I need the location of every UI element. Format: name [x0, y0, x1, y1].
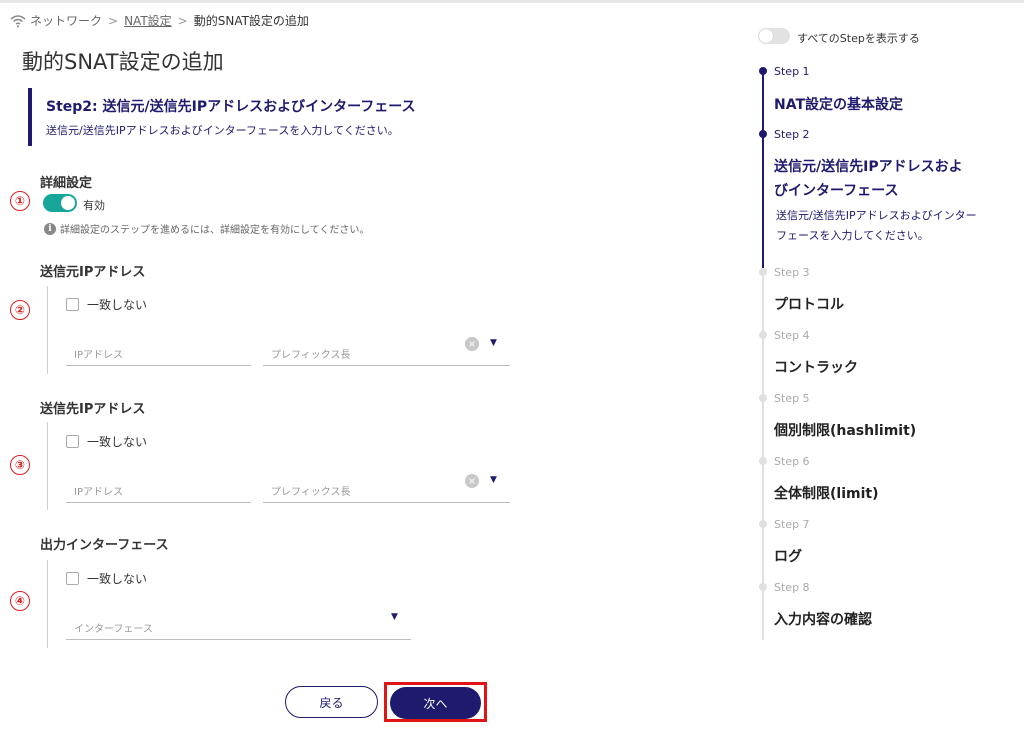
step-dot — [759, 457, 767, 465]
step-dot — [759, 394, 767, 402]
source-ip-not-match-checkbox[interactable] — [66, 298, 79, 311]
wifi-icon — [10, 14, 26, 27]
output-interface-not-match-checkbox[interactable] — [66, 572, 79, 585]
output-interface-select[interactable]: インターフェース ▼ — [66, 610, 411, 640]
annotation-3: ③ — [10, 455, 30, 475]
step-5-name[interactable]: 個別制限(hashlimit) — [774, 420, 916, 440]
breadcrumb-nat-settings[interactable]: NAT設定 — [124, 12, 172, 29]
step-6-name[interactable]: 全体制限(limit) — [774, 483, 878, 503]
annotation-2: ② — [10, 300, 30, 320]
toggle-label: 有効 — [83, 199, 105, 212]
breadcrumb-network[interactable]: ネットワーク — [30, 12, 102, 29]
step-4-number: Step 4 — [774, 329, 810, 342]
step-2-description: 送信元/送信先IPアドレスおよびインターフェースを入力してください。 — [776, 209, 977, 242]
top-border — [0, 0, 1024, 3]
source-ip-placeholder: IPアドレス — [74, 350, 123, 361]
step-7-name[interactable]: ログ — [774, 546, 802, 566]
step-5-number: Step 5 — [774, 392, 810, 405]
step-4-name[interactable]: コントラック — [774, 357, 858, 377]
step-2-name-line2[interactable]: びインターフェース — [774, 180, 898, 200]
dest-prefix-placeholder: プレフィックス長 — [271, 487, 351, 498]
advanced-info: i 詳細設定のステップを進めるには、詳細設定を有効にしてください。 — [44, 221, 369, 236]
chevron-down-icon[interactable]: ▼ — [490, 338, 497, 348]
clear-icon[interactable]: × — [465, 337, 479, 351]
back-button[interactable]: 戻る — [285, 686, 378, 718]
step-dot — [759, 130, 767, 138]
show-all-steps-label: すべてのStepを表示する — [797, 32, 920, 45]
breadcrumb-current: 動的SNAT設定の追加 — [193, 14, 309, 28]
step-3-number: Step 3 — [774, 266, 810, 279]
step-3-name[interactable]: プロトコル — [774, 294, 844, 314]
step-1-name[interactable]: NAT設定の基本設定 — [774, 94, 903, 114]
step-dot — [759, 583, 767, 591]
step-dot — [759, 67, 767, 75]
step-7-number: Step 7 — [774, 518, 810, 531]
breadcrumb-separator: > — [108, 13, 119, 28]
step-dot — [759, 268, 767, 276]
dest-ip-not-match[interactable]: 一致しない — [66, 433, 147, 450]
chevron-down-icon[interactable]: ▼ — [490, 475, 497, 485]
info-icon: i — [44, 222, 56, 235]
dest-ip-label: 送信先IPアドレス — [40, 402, 146, 417]
step-header-description: 送信元/送信先IPアドレスおよびインターフェースを入力してください。 — [46, 124, 399, 137]
advanced-settings-toggle[interactable] — [43, 194, 77, 212]
step-header-title: Step2: 送信元/送信先IPアドレスおよびインターフェース — [46, 99, 416, 115]
step-8-number: Step 8 — [774, 581, 810, 594]
dest-ip-placeholder: IPアドレス — [74, 487, 123, 498]
source-ip-label: 送信元IPアドレス — [40, 265, 146, 280]
step-dot — [759, 331, 767, 339]
annotation-1: ① — [10, 191, 30, 211]
breadcrumb: ネットワーク > NAT設定 > 動的SNAT設定の追加 — [10, 12, 309, 29]
advanced-settings-label: 詳細設定 — [40, 176, 93, 191]
source-ip-group-line — [47, 286, 48, 374]
annotation-4: ④ — [10, 591, 30, 611]
dest-prefix-select[interactable]: プレフィックス長 × ▼ — [263, 473, 510, 503]
source-ip-not-match-label: 一致しない — [87, 298, 148, 312]
dest-ip-group-line — [47, 422, 48, 510]
breadcrumb-separator: > — [177, 13, 188, 28]
source-prefix-placeholder: プレフィックス長 — [271, 350, 351, 361]
output-interface-group-line — [47, 560, 48, 648]
next-button[interactable]: 次へ — [390, 687, 481, 719]
advanced-info-text: 詳細設定のステップを進めるには、詳細設定を有効にしてください。 — [60, 225, 370, 236]
source-ip-not-match[interactable]: 一致しない — [66, 296, 147, 313]
source-prefix-select[interactable]: プレフィックス長 × ▼ — [263, 336, 510, 366]
source-ip-input[interactable]: IPアドレス — [66, 336, 251, 366]
step-2-name-line1[interactable]: 送信元/送信先IPアドレスおよ — [774, 156, 963, 176]
output-interface-not-match[interactable]: 一致しない — [66, 570, 147, 587]
page-title: 動的SNAT設定の追加 — [22, 50, 224, 74]
step-8-name[interactable]: 入力内容の確認 — [774, 609, 872, 629]
output-interface-label: 出力インターフェース — [40, 538, 169, 553]
dest-ip-not-match-label: 一致しない — [87, 435, 148, 449]
dest-ip-not-match-checkbox[interactable] — [66, 435, 79, 448]
output-interface-not-match-label: 一致しない — [87, 572, 148, 586]
output-interface-placeholder: インターフェース — [74, 624, 153, 635]
stepper-line-active — [762, 72, 764, 268]
step-6-number: Step 6 — [774, 455, 810, 468]
dest-ip-input[interactable]: IPアドレス — [66, 473, 251, 503]
step-2-number: Step 2 — [774, 128, 810, 141]
step-1-number: Step 1 — [774, 65, 810, 78]
chevron-down-icon[interactable]: ▼ — [391, 612, 398, 622]
show-all-steps-toggle[interactable] — [758, 28, 790, 44]
step-header: Step2: 送信元/送信先IPアドレスおよびインターフェース 送信元/送信先I… — [28, 88, 416, 146]
clear-icon[interactable]: × — [465, 474, 479, 488]
step-dot — [759, 520, 767, 528]
